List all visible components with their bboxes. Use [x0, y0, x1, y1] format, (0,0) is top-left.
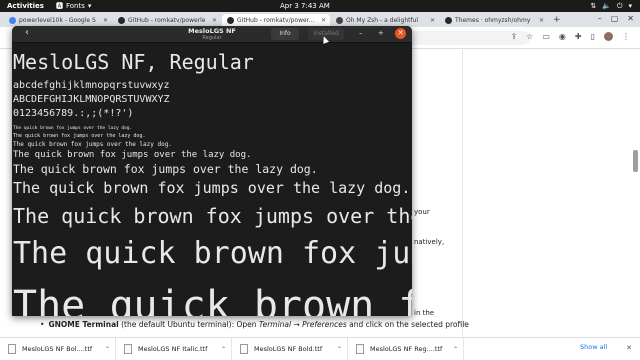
close-tab-icon[interactable]: ✕	[539, 17, 544, 24]
minimize-icon[interactable]: –	[598, 14, 602, 23]
volume-icon: 🔈	[602, 2, 611, 10]
github-icon	[227, 17, 234, 24]
page-text-fragment: in the	[414, 309, 435, 317]
github-icon	[118, 17, 125, 24]
page-text-fragment: your	[414, 208, 430, 216]
google-icon	[9, 17, 16, 24]
show-all-downloads-link[interactable]: Show all	[580, 343, 607, 351]
cast-icon[interactable]: ▭	[542, 32, 550, 41]
github-icon	[445, 17, 452, 24]
preview-sample-line: The quick brown fox jumps over the lazy …	[13, 162, 318, 176]
gnome-terminal-instruction: • GNOME Terminal (the default Ubuntu term…	[40, 320, 469, 329]
page-text-fragment: natively,	[414, 238, 445, 246]
file-icon	[124, 344, 132, 354]
font-preview-area: MesloLGS NF, Regular abcdefghijklmnopqrs…	[12, 44, 412, 316]
download-item[interactable]: MesloLGS NF Reg....ttf ⌃	[348, 337, 464, 360]
ohmyzsh-icon	[336, 17, 343, 24]
close-tab-icon[interactable]: ✕	[212, 17, 217, 24]
window-controls: – ▢ ✕	[598, 14, 634, 23]
chevron-up-icon[interactable]: ⌃	[453, 346, 458, 353]
kebab-menu-icon[interactable]: ⋮	[622, 32, 630, 41]
font-viewer-headerbar: ‹ MesloLGS NF Regular Info Installed – +…	[12, 26, 412, 43]
bullet-icon: •	[40, 320, 45, 329]
share-icon[interactable]: ⇪	[510, 32, 517, 41]
toolbar-icons: ⇪ ☆ ▭ ◉ ✚ ▯ ⋮	[510, 32, 630, 41]
preview-sample-line: The quick brown fox jumps over the lazy …	[13, 150, 252, 160]
preview-sample-line: The quick brown fox jumps over the lazy …	[13, 204, 412, 228]
gnome-top-bar: Activities 🅰 Fonts ▾ Apr 3 7:43 AM ⇅ 🔈 ⏻…	[0, 0, 640, 12]
puzzle-icon[interactable]: ✚	[575, 32, 582, 41]
file-icon	[240, 344, 248, 354]
activities-button[interactable]: Activities	[0, 2, 56, 10]
instruction-tail: and click on the selected profile	[346, 320, 469, 329]
content-divider	[462, 50, 463, 340]
download-item[interactable]: MesloLGS NF Bol....ttf ⌃	[0, 337, 116, 360]
maximize-icon[interactable]: +	[378, 29, 384, 37]
download-filename: MesloLGS NF Italic.ttf	[138, 345, 208, 353]
font-viewer-window: ‹ MesloLGS NF Regular Info Installed – +…	[12, 26, 412, 316]
gnome-terminal-label: GNOME Terminal	[48, 320, 119, 329]
app-menu-label: Fonts	[66, 2, 85, 10]
instruction-text: (the default Ubuntu terminal): Open	[118, 320, 259, 329]
download-filename: MesloLGS NF Bol....ttf	[22, 345, 93, 353]
tab-title: Oh My Zsh - a delightful	[346, 17, 419, 24]
download-item[interactable]: MesloLGS NF Bold.ttf ⌃	[232, 337, 348, 360]
scrollbar-thumb[interactable]	[633, 150, 638, 172]
clock[interactable]: Apr 3 7:43 AM	[280, 2, 330, 10]
preview-sample-line: The quick brown fox jumps over the lazy …	[13, 179, 411, 197]
preview-sample-line: The quick brown fox jumps over the lazy …	[13, 133, 146, 139]
app-menu[interactable]: 🅰 Fonts ▾	[56, 1, 91, 11]
tab-title: powerlevel10k - Google S	[19, 17, 96, 24]
avatar[interactable]	[604, 32, 613, 41]
menu-path: Terminal → Preferences	[258, 320, 347, 329]
system-tray[interactable]: ⇅ 🔈 ⏻ ▾	[590, 2, 632, 11]
font-viewer-subtitle: Regular	[202, 35, 222, 41]
chevron-down-icon: ▾	[87, 2, 92, 10]
chevron-up-icon[interactable]: ⌃	[337, 346, 342, 353]
back-arrow-icon[interactable]: ‹	[19, 27, 35, 41]
browser-tab[interactable]: Themes · ohmyzsh/ohmy ✕	[440, 14, 548, 27]
download-item[interactable]: MesloLGS NF Italic.ttf ⌃	[116, 337, 232, 360]
minimize-icon[interactable]: –	[359, 29, 363, 37]
power-icon: ⏻	[616, 2, 623, 10]
close-icon[interactable]: ✕	[395, 28, 406, 39]
tab-title: GitHub - romkatv/powerle	[128, 17, 206, 24]
network-icon: ⇅	[590, 2, 597, 10]
new-tab-button[interactable]: +	[553, 15, 561, 25]
preview-sample-line: The quick brown fox jumps over the lazy …	[13, 141, 172, 148]
file-icon	[8, 344, 16, 354]
preview-lowercase: abcdefghijklmnopqrstuvwxyz	[13, 80, 170, 91]
preview-sample-line: The quick brown fox jumps over the lazy …	[13, 126, 133, 131]
close-tab-icon[interactable]: ✕	[321, 17, 326, 24]
download-filename: MesloLGS NF Bold.ttf	[254, 345, 323, 353]
close-tab-icon[interactable]: ✕	[430, 17, 435, 24]
preview-digits: 0123456789.:,;(*!?')	[13, 108, 134, 119]
download-filename: MesloLGS NF Reg....ttf	[370, 345, 443, 353]
close-tab-icon[interactable]: ✕	[103, 17, 108, 24]
font-viewer-title: MesloLGS NF	[188, 27, 236, 35]
font-preview-name: MesloLGS NF, Regular	[13, 50, 254, 74]
fonts-app-icon: 🅰	[56, 2, 63, 10]
close-icon[interactable]: ✕	[626, 344, 632, 352]
preview-sample-line: The quick brown fox jumps over the lazy …	[13, 236, 412, 271]
tab-title: Themes · ohmyzsh/ohmy	[455, 17, 531, 24]
sidebar-icon[interactable]: ▯	[591, 32, 595, 41]
extension-icon[interactable]: ◉	[559, 32, 566, 41]
downloads-shelf: MesloLGS NF Bol....ttf ⌃ MesloLGS NF Ita…	[0, 337, 640, 360]
preview-uppercase: ABCDEFGHIJKLMNOPQRSTUVWXYZ	[13, 94, 170, 105]
file-icon	[356, 344, 364, 354]
maximize-icon[interactable]: ▢	[611, 14, 619, 23]
info-button[interactable]: Info	[271, 28, 299, 40]
close-icon[interactable]: ✕	[627, 14, 634, 23]
chevron-up-icon[interactable]: ⌃	[105, 346, 110, 353]
tab-title: GitHub - romkatv/power...	[237, 17, 315, 24]
chevron-down-icon: ▾	[628, 2, 632, 10]
bookmark-star-icon[interactable]: ☆	[526, 32, 533, 41]
tab-strip: powerlevel10k - Google S ✕ GitHub - romk…	[0, 12, 640, 27]
chevron-up-icon[interactable]: ⌃	[221, 346, 226, 353]
preview-sample-line: The quick brown fox jumps over the lazy …	[13, 283, 412, 316]
